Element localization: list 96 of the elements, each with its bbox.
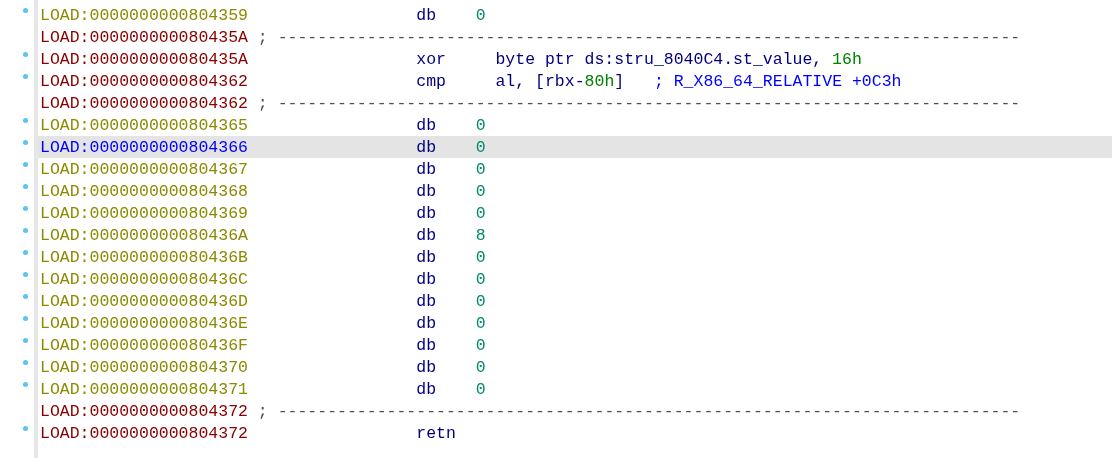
address-text: LOAD:0000000000804367 (40, 159, 248, 179)
mnemonic-text: db (416, 181, 437, 201)
number-value: 0 (475, 357, 486, 377)
mnemonic-text: db (416, 379, 437, 399)
number-value: 0 (475, 159, 486, 179)
bullet-icon (23, 360, 28, 365)
address-text: LOAD:0000000000804362 (40, 93, 248, 113)
mnemonic-text: db (416, 5, 437, 25)
address-text: LOAD:0000000000804372 (40, 423, 248, 443)
listing-line[interactable]: LOAD:0000000000804359 db 0 (0, 4, 1112, 26)
mnemonic-text: db (416, 335, 437, 355)
number-value: 0 (475, 335, 486, 355)
number-value: 0 (475, 203, 486, 223)
bullet-icon (23, 118, 28, 123)
address-text: LOAD:0000000000804372 (40, 401, 248, 421)
mnemonic-text: xor (416, 49, 446, 69)
listing-line[interactable]: LOAD:000000000080435A ; --------------------------------------------------------------------------- (0, 26, 1112, 48)
listing-line[interactable]: LOAD:000000000080436F db 0 (0, 334, 1112, 356)
bullet-icon (23, 140, 28, 145)
listing-line[interactable]: LOAD:0000000000804362 cmp al, [rbx-80h] ; R_X86_64_RELATIVE +0C3h (0, 70, 1112, 92)
address-text: LOAD:0000000000804371 (40, 379, 248, 399)
mnemonic-text: db (416, 357, 437, 377)
mnemonic-text: cmp (416, 71, 446, 91)
bullet-icon (23, 316, 28, 321)
number-value: 8 (475, 225, 486, 245)
bullet-icon (23, 74, 28, 79)
listing-line[interactable]: LOAD:000000000080436C db 0 (0, 268, 1112, 290)
address-text: LOAD:0000000000804366 (40, 137, 248, 157)
number-value: 0 (475, 379, 486, 399)
listing-line[interactable]: LOAD:000000000080436D db 0 (0, 290, 1112, 312)
number-value: 0 (475, 313, 486, 333)
mnemonic-text: db (416, 291, 437, 311)
address-text: LOAD:0000000000804369 (40, 203, 248, 223)
address-text: LOAD:000000000080436D (40, 291, 248, 311)
bullet-icon (23, 52, 28, 57)
mnemonic-text: db (416, 137, 437, 157)
bullet-icon (23, 294, 28, 299)
listing-line[interactable]: LOAD:0000000000804367 db 0 (0, 158, 1112, 180)
number-value: 80h (584, 71, 615, 91)
address-text: LOAD:000000000080436B (40, 247, 248, 267)
address-text: LOAD:0000000000804365 (40, 115, 248, 135)
operand-text: ] (614, 71, 625, 91)
mnemonic-text: db (416, 247, 437, 267)
address-text: LOAD:000000000080436F (40, 335, 248, 355)
bullet-icon (23, 228, 28, 233)
operand-text: al, [rbx- (495, 71, 585, 91)
number-value: 0 (475, 137, 486, 157)
bullet-icon (23, 8, 28, 13)
comment-text: ; R_X86_64_RELATIVE +0C3h (653, 71, 902, 91)
bullet-icon (23, 338, 28, 343)
bullet-icon (23, 272, 28, 277)
mnemonic-text: retn (416, 423, 456, 443)
mnemonic-text: db (416, 225, 437, 245)
number-value: 0 (475, 291, 486, 311)
listing-line[interactable]: LOAD:0000000000804369 db 0 (0, 202, 1112, 224)
separator-comment: ; --------------------------------------------------------------------------- (257, 401, 1021, 421)
number-value: 16h (832, 49, 862, 69)
mnemonic-text: db (416, 115, 437, 135)
mnemonic-text: db (416, 203, 437, 223)
number-value: 0 (475, 181, 486, 201)
bullet-icon (23, 206, 28, 211)
listing-line[interactable]: LOAD:0000000000804372 ; --------------------------------------------------------------------------- (0, 400, 1112, 422)
mnemonic-text: db (416, 269, 437, 289)
bullet-icon (23, 426, 28, 431)
listing-line[interactable]: LOAD:0000000000804365 db 0 (0, 114, 1112, 136)
address-text: LOAD:0000000000804370 (40, 357, 248, 377)
operand-text: byte ptr ds:stru_8040C4.st_value, (495, 49, 824, 69)
listing-line[interactable]: LOAD:0000000000804362 ; --------------------------------------------------------------------------- (0, 92, 1112, 114)
mnemonic-text: db (416, 159, 437, 179)
bullet-icon (23, 382, 28, 387)
address-text: LOAD:000000000080435A (40, 49, 248, 69)
listing-line[interactable]: LOAD:000000000080436E db 0 (0, 312, 1112, 334)
address-text: LOAD:000000000080436A (40, 225, 248, 245)
listing-line[interactable]: LOAD:000000000080436A db 8 (0, 224, 1112, 246)
address-text: LOAD:0000000000804368 (40, 181, 248, 201)
address-text: LOAD:0000000000804359 (40, 5, 248, 25)
address-text: LOAD:000000000080435A (40, 27, 248, 47)
listing-line[interactable]: LOAD:0000000000804371 db 0 (0, 378, 1112, 400)
bullet-icon (23, 184, 28, 189)
address-text: LOAD:0000000000804362 (40, 71, 248, 91)
bullet-icon (23, 250, 28, 255)
mnemonic-text: db (416, 313, 437, 333)
number-value: 0 (475, 5, 486, 25)
address-text: LOAD:000000000080436C (40, 269, 248, 289)
listing-line[interactable]: LOAD:0000000000804370 db 0 (0, 356, 1112, 378)
listing-line[interactable]: LOAD:0000000000804368 db 0 (0, 180, 1112, 202)
separator-comment: ; --------------------------------------------------------------------------- (257, 27, 1021, 47)
listing-line[interactable]: LOAD:0000000000804372 retn (0, 422, 1112, 444)
listing-line[interactable]: LOAD:000000000080435A xor byte ptr ds:stru_8040C4.st_value, 16h (0, 48, 1112, 70)
address-text: LOAD:000000000080436E (40, 313, 248, 333)
listing-line[interactable]: LOAD:000000000080436B db 0 (0, 246, 1112, 268)
number-value: 0 (475, 115, 486, 135)
bullet-icon (23, 162, 28, 167)
number-value: 0 (475, 269, 486, 289)
separator-comment: ; --------------------------------------------------------------------------- (257, 93, 1021, 113)
number-value: 0 (475, 247, 486, 267)
